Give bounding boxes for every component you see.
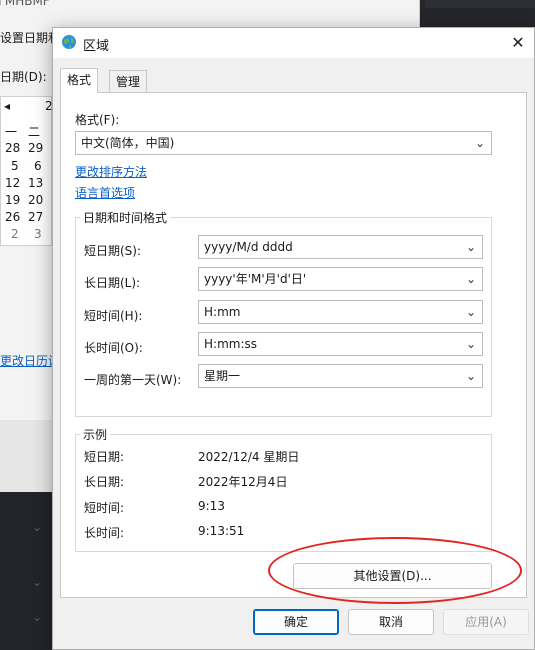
other-settings-button[interactable]: 其他设置(D)... — [293, 563, 492, 589]
chevron-down-icon: ⌄ — [32, 575, 43, 589]
bg-cal-day[interactable]: 6 — [34, 159, 42, 173]
background-dark-strip — [425, 0, 535, 8]
long-time-value: H:mm:ss — [204, 337, 257, 351]
chevron-down-icon: ⌄ — [465, 369, 476, 383]
short-time-value: H:mm — [204, 305, 241, 319]
close-button[interactable]: ✕ — [506, 31, 530, 55]
example-short-date-label: 短日期: — [84, 450, 125, 464]
first-day-value: 星期一 — [204, 369, 241, 383]
background-dark-bottom: ⌄ ⌄ ⌄ — [0, 492, 52, 650]
bg-cal-day[interactable]: 29 — [28, 141, 43, 155]
example-long-time-value: 9:13:51 — [198, 524, 245, 538]
chevron-down-icon: ⌄ — [465, 240, 476, 254]
bg-cal-day[interactable]: 27 — [28, 210, 43, 224]
first-day-combo[interactable]: 星期一 ⌄ — [198, 364, 483, 388]
chevron-down-icon: ⌄ — [465, 305, 476, 319]
long-date-label: 长日期(L): — [84, 276, 141, 290]
bg-cal-day[interactable]: 3 — [34, 227, 42, 241]
bg-change-calendar-link[interactable]: 更改日历设 — [0, 352, 60, 369]
short-date-label: 短日期(S): — [84, 244, 142, 258]
short-date-value: yyyy/M/d dddd — [204, 240, 293, 254]
chevron-down-icon: ⌄ — [32, 520, 43, 534]
example-short-date-value: 2022/12/4 星期日 — [198, 450, 300, 464]
cancel-button[interactable]: 取消 — [348, 609, 434, 635]
bg-cal-day[interactable]: 26 — [5, 210, 20, 224]
bg-cal-day[interactable]: 20 — [28, 193, 43, 207]
bg-cal-day[interactable]: 19 — [5, 193, 20, 207]
bg-title-partial: I'MHBMF — [0, 0, 50, 8]
example-short-time-value: 9:13 — [198, 499, 225, 513]
dialog-title: 区域 — [83, 39, 110, 54]
example-group-title: 示例 — [80, 426, 111, 443]
bg-cal-prev[interactable]: ◂ — [4, 99, 10, 113]
example-short-time-label: 短时间: — [84, 501, 125, 515]
example-long-date-label: 长日期: — [84, 475, 125, 489]
ok-button[interactable]: 确定 — [253, 609, 339, 635]
bg-cal-day[interactable]: 12 — [5, 176, 20, 190]
long-time-label: 长时间(O): — [84, 341, 143, 355]
globe-icon — [62, 35, 76, 49]
chevron-down-icon: ⌄ — [32, 610, 43, 624]
apply-button[interactable]: 应用(A) — [443, 609, 529, 635]
language-preferences-link[interactable]: 语言首选项 — [75, 184, 135, 201]
format-combo-value: 中文(简体，中国) — [81, 136, 175, 150]
change-sort-link[interactable]: 更改排序方法 — [75, 163, 147, 180]
bg-shade — [0, 420, 52, 492]
format-tab-panel: 格式(F): 中文(简体，中国) ⌄ 更改排序方法 语言首选项 日期和时间格式 … — [60, 92, 527, 598]
title-bar[interactable]: 区域 ✕ — [53, 28, 534, 58]
short-time-combo[interactable]: H:mm ⌄ — [198, 300, 483, 324]
bg-date-label-partial: 日期(D): — [0, 70, 47, 84]
example-long-time-label: 长时间: — [84, 526, 125, 540]
datetime-format-group: 日期和时间格式 短日期(S): yyyy/M/d dddd ⌄ 长日期(L): … — [75, 209, 492, 417]
chevron-down-icon: ⌄ — [474, 136, 485, 150]
bg-calendar[interactable]: ◂ 2 一 二 28 29 5 6 12 13 19 20 26 27 2 3 — [0, 96, 53, 246]
bg-cal-day[interactable]: 5 — [11, 159, 19, 173]
region-dialog: 区域 ✕ 格式 管理 格式(F): 中文(简体，中国) ⌄ 更改排序方法 语言首… — [52, 27, 535, 650]
example-long-date-value: 2022年12月4日 — [198, 475, 288, 489]
long-time-combo[interactable]: H:mm:ss ⌄ — [198, 332, 483, 356]
bg-cal-day[interactable]: 13 — [28, 176, 43, 190]
chevron-down-icon: ⌄ — [465, 272, 476, 286]
tab-format[interactable]: 格式 — [60, 68, 99, 93]
short-time-label: 短时间(H): — [84, 309, 143, 323]
short-date-combo[interactable]: yyyy/M/d dddd ⌄ — [198, 235, 483, 259]
bg-cal-day[interactable]: 28 — [5, 141, 20, 155]
bg-cal-day[interactable]: 2 — [11, 227, 19, 241]
long-date-combo[interactable]: yyyy'年'M'月'd'日' ⌄ — [198, 267, 483, 291]
tab-admin[interactable]: 管理 — [109, 70, 148, 92]
format-combo[interactable]: 中文(简体，中国) ⌄ — [75, 131, 492, 155]
bg-cal-header-1: 一 — [5, 125, 18, 139]
long-date-value: yyyy'年'M'月'd'日' — [204, 272, 307, 286]
example-group: 示例 短日期: 2022/12/4 星期日 长日期: 2022年12月4日 短时… — [75, 426, 492, 552]
datetime-group-title: 日期和时间格式 — [80, 209, 171, 226]
chevron-down-icon: ⌄ — [465, 337, 476, 351]
bg-cal-header-2: 二 — [28, 125, 41, 139]
bg-set-date-partial: 设置日期和 — [0, 31, 61, 45]
format-label: 格式(F): — [75, 113, 120, 127]
first-day-label: 一周的第一天(W): — [84, 373, 182, 387]
